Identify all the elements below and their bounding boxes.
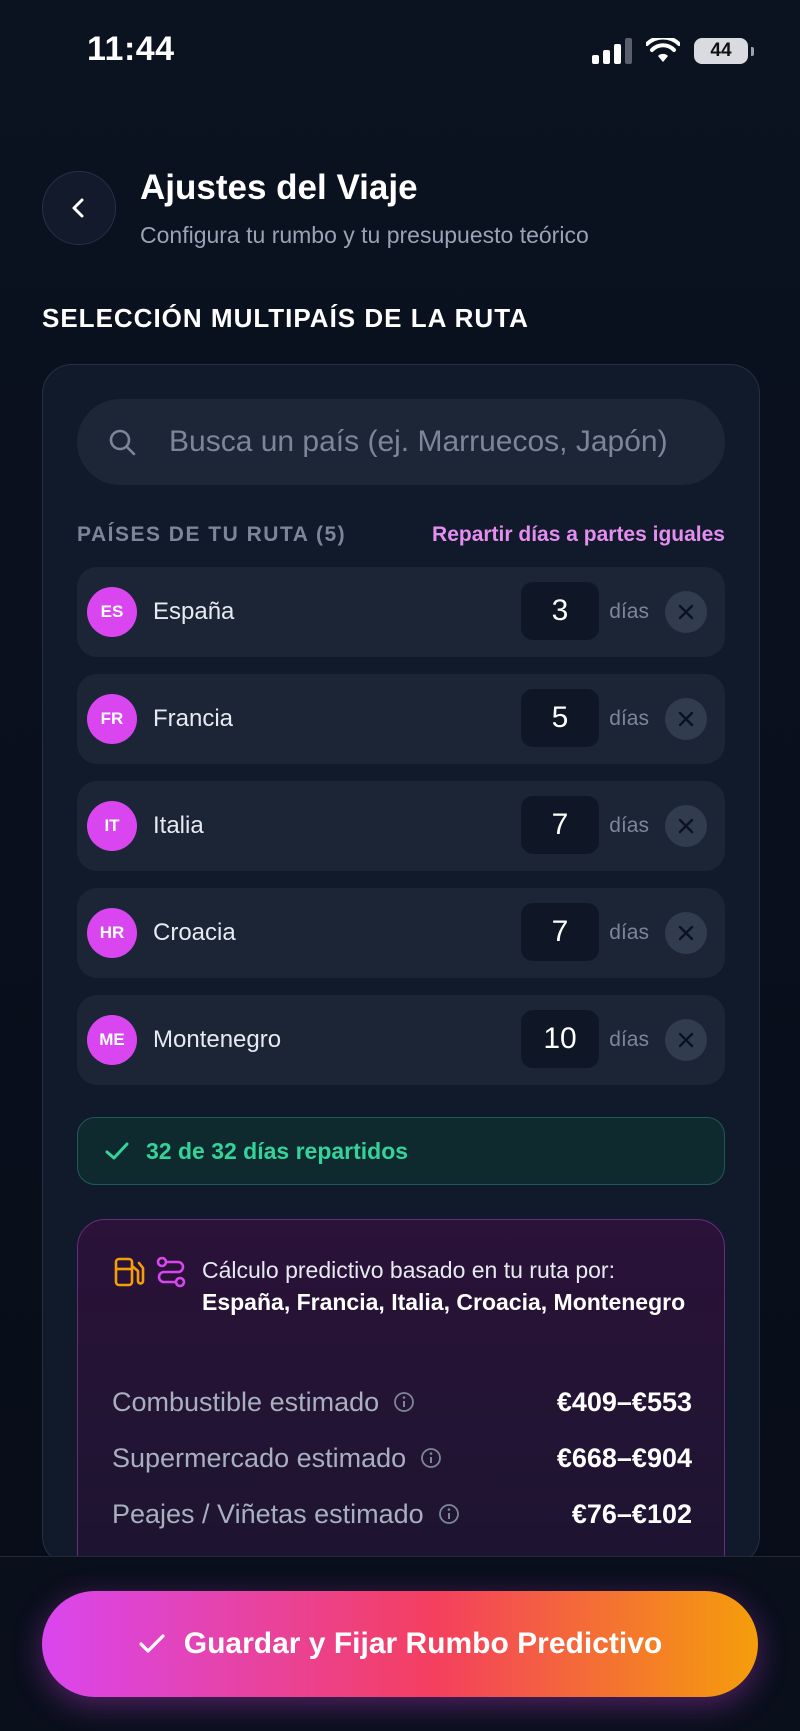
- days-input[interactable]: 3: [521, 582, 599, 640]
- remove-country-button[interactable]: [665, 1019, 707, 1061]
- country-code-badge: ME: [87, 1015, 137, 1065]
- check-icon: [139, 1634, 165, 1653]
- search-input[interactable]: [167, 424, 725, 460]
- remove-country-button[interactable]: [665, 912, 707, 954]
- cost-row-supermarket: Supermercado estimado €668–€904: [112, 1438, 692, 1478]
- section-title: SELECCIÓN MULTIPAÍS DE LA RUTA: [42, 303, 529, 333]
- save-route-button-label: Guardar y Fijar Rumbo Predictivo: [183, 1627, 663, 1660]
- close-icon: [678, 818, 694, 834]
- battery-icon: 44: [694, 38, 754, 64]
- cost-row-fuel: Combustible estimado €409–€553: [112, 1382, 692, 1422]
- info-icon[interactable]: [438, 1503, 460, 1525]
- route-card: PAÍSES DE TU RUTA (5) Repartir días a pa…: [42, 364, 760, 1566]
- search-bar[interactable]: [77, 399, 725, 485]
- days-unit: días: [609, 921, 649, 944]
- cost-value: €76–€102: [571, 1498, 692, 1529]
- days-unit: días: [609, 600, 649, 623]
- search-icon: [109, 429, 136, 456]
- days-summary-text: 32 de 32 días repartidos: [146, 1137, 409, 1164]
- page-subtitle: Configura tu rumbo y tu presupuesto teór…: [140, 222, 589, 248]
- prediction-card: Cálculo predictivo basado en tu ruta por…: [77, 1219, 725, 1565]
- route-icon: [156, 1256, 186, 1288]
- remove-country-button[interactable]: [665, 805, 707, 847]
- cost-label: Supermercado estimado: [112, 1442, 407, 1473]
- country-code-badge: FR: [87, 694, 137, 744]
- close-icon: [678, 925, 694, 941]
- country-name: Croacia: [153, 919, 236, 946]
- chevron-left-icon: [72, 198, 84, 218]
- days-input[interactable]: 5: [521, 689, 599, 747]
- close-icon: [678, 1032, 694, 1048]
- info-icon[interactable]: [393, 1391, 415, 1413]
- country-name: España: [153, 598, 235, 625]
- country-name: Italia: [153, 812, 204, 839]
- country-name: Montenegro: [153, 1026, 282, 1053]
- country-code-badge: HR: [87, 908, 137, 958]
- country-code-badge: IT: [87, 801, 137, 851]
- bottom-action-bar: Guardar y Fijar Rumbo Predictivo: [0, 1556, 800, 1731]
- prediction-countries: España, Francia, Italia, Croacia, Monten…: [202, 1289, 686, 1315]
- countries-count-label: PAÍSES DE TU RUTA (5): [77, 523, 347, 546]
- cost-label: Peajes / Viñetas estimado: [112, 1498, 424, 1529]
- days-input[interactable]: 7: [521, 903, 599, 961]
- country-row: ME Montenegro 10 días: [77, 995, 725, 1085]
- back-button[interactable]: [42, 171, 116, 245]
- fuel-pump-icon: [114, 1257, 145, 1287]
- days-unit: días: [609, 707, 649, 730]
- status-icons: 44: [592, 38, 754, 64]
- country-row: HR Croacia 7 días: [77, 888, 725, 978]
- wifi-icon: [646, 38, 680, 62]
- days-unit: días: [609, 814, 649, 837]
- days-summary-badge: 32 de 32 días repartidos: [77, 1117, 725, 1185]
- cost-row-tolls: Peajes / Viñetas estimado €76–€102: [112, 1494, 692, 1534]
- cost-label: Combustible estimado: [112, 1386, 380, 1417]
- split-days-link[interactable]: Repartir días a partes iguales: [432, 523, 725, 547]
- cost-value: €668–€904: [556, 1442, 692, 1473]
- country-row: ES España 3 días: [77, 567, 725, 657]
- status-bar: 11:44 44: [0, 0, 800, 110]
- country-code-badge: ES: [87, 587, 137, 637]
- cost-value: €409–€553: [556, 1386, 692, 1417]
- remove-country-button[interactable]: [665, 591, 707, 633]
- cellular-signal-icon: [592, 38, 632, 64]
- country-row: FR Francia 5 días: [77, 674, 725, 764]
- country-row: IT Italia 7 días: [77, 781, 725, 871]
- status-time: 11:44: [87, 30, 175, 68]
- close-icon: [678, 711, 694, 727]
- countries-list: ES España 3 días FR Francia 5 días IT It…: [77, 567, 725, 1102]
- page-title: Ajustes del Viaje: [140, 168, 418, 207]
- check-icon: [105, 1142, 129, 1160]
- days-unit: días: [609, 1028, 649, 1051]
- days-input[interactable]: 10: [521, 1010, 599, 1068]
- country-name: Francia: [153, 705, 234, 732]
- days-input[interactable]: 7: [521, 796, 599, 854]
- close-icon: [678, 604, 694, 620]
- prediction-intro-text: Cálculo predictivo basado en tu ruta por…: [202, 1257, 615, 1283]
- prediction-intro: Cálculo predictivo basado en tu ruta por…: [202, 1254, 692, 1318]
- remove-country-button[interactable]: [665, 698, 707, 740]
- save-route-button[interactable]: Guardar y Fijar Rumbo Predictivo: [42, 1591, 758, 1697]
- info-icon[interactable]: [420, 1447, 442, 1469]
